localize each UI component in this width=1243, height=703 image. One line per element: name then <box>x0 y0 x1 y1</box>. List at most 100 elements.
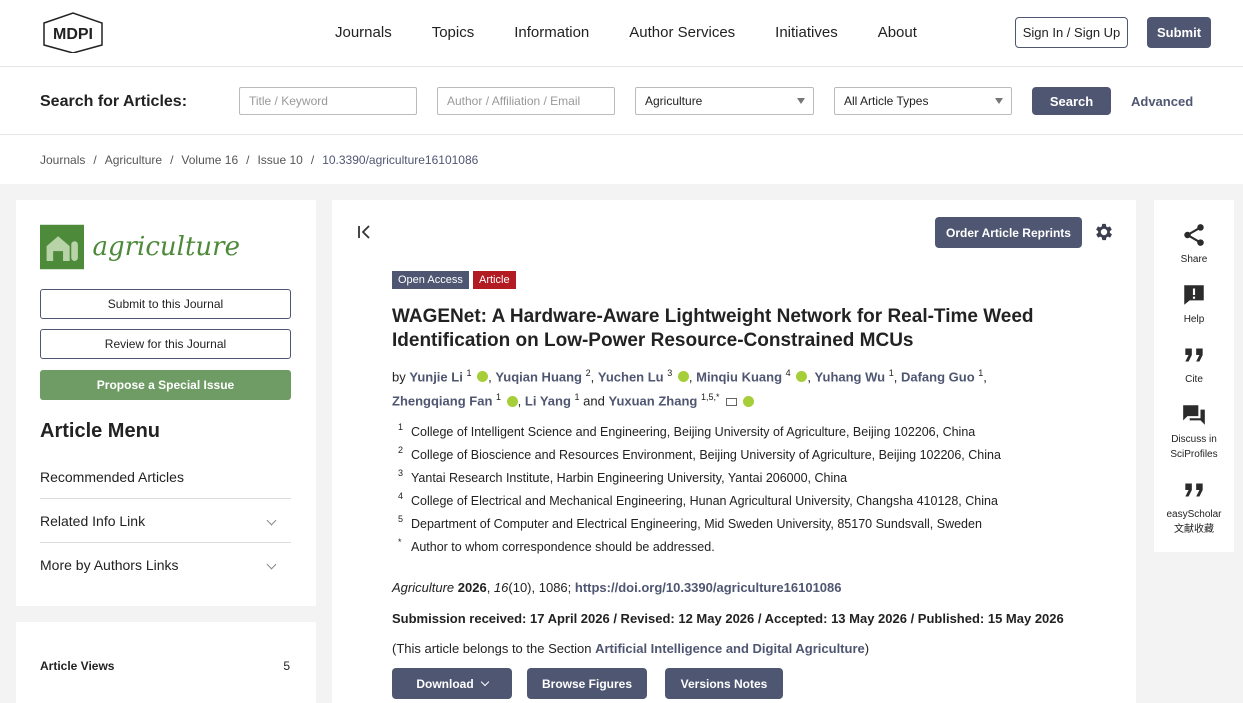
author-name[interactable]: Zhengqiang Fan <box>392 394 492 409</box>
gear-icon[interactable] <box>1093 221 1115 243</box>
mdpi-logo[interactable]: MDPI <box>40 11 106 53</box>
affiliation-item: 4 College of Electrical and Mechanical E… <box>392 489 1092 512</box>
article-type-badge: Article <box>473 271 516 289</box>
affiliation-number: 4 <box>398 491 404 501</box>
discuss-tool[interactable]: Discuss in SciProfiles <box>1154 402 1234 462</box>
keyword-input[interactable]: Title / Keyword <box>239 87 417 115</box>
caret-down-icon <box>995 98 1003 104</box>
caret-down-icon <box>797 98 805 104</box>
citation-line: Agriculture 2026, 16(10), 1086; https://… <box>392 580 842 595</box>
journal-logo[interactable]: agriculture <box>40 220 240 274</box>
share-tool[interactable]: Share <box>1154 222 1234 267</box>
citation-volume: 16 <box>493 580 509 595</box>
author-name[interactable]: Yuxuan Zhang <box>608 394 697 409</box>
review-for-journal-button[interactable]: Review for this Journal <box>40 329 291 359</box>
menu-item-authors-links[interactable]: More by Authors Links <box>40 543 291 587</box>
advanced-search-link[interactable]: Advanced <box>1131 94 1193 109</box>
article-title: WAGENet: A Hardware-Aware Lightweight Ne… <box>392 306 1034 351</box>
author-name[interactable]: Yuqian Huang <box>495 369 582 384</box>
help-icon <box>1184 285 1204 305</box>
nav-author-services[interactable]: Author Services <box>629 24 735 41</box>
affiliation-item: 1 College of Intelligent Science and Eng… <box>392 420 1092 443</box>
breadcrumb-separator: / <box>310 153 315 167</box>
breadcrumb-separator: / <box>170 153 174 167</box>
orcid-icon[interactable] <box>742 395 754 407</box>
author-name[interactable]: Minqiu Kuang <box>696 369 782 384</box>
barn-icon <box>40 224 85 270</box>
nav-initiatives[interactable]: Initiatives <box>775 24 838 41</box>
nav-journals[interactable]: Journals <box>335 24 392 41</box>
article-type-select[interactable]: All Article Types <box>834 87 1012 115</box>
author-name[interactable]: Yuhang Wu <box>815 369 886 384</box>
journal-name: agriculture <box>92 232 240 262</box>
browse-figures-button[interactable]: Browse Figures <box>527 668 647 699</box>
article-type-value: All Article Types <box>844 94 929 108</box>
menu-item-related-info[interactable]: Related Info Link <box>40 499 291 543</box>
author-input[interactable]: Author / Affiliation / Email <box>437 87 615 115</box>
email-icon[interactable] <box>726 397 738 406</box>
tool-rail: Share Help Cite Discuss in SciProfiles e… <box>1154 200 1234 552</box>
author-name[interactable]: Yunjie Li <box>409 369 462 384</box>
menu-item-recommended[interactable]: Recommended Articles <box>40 455 291 499</box>
citation-issue-pages: (10), 1086; <box>508 580 572 595</box>
affiliation-text: College of Intelligent Science and Engin… <box>411 424 976 439</box>
propose-special-issue-button[interactable]: Propose a Special Issue <box>40 370 291 400</box>
affiliation-number: 1 <box>398 422 404 432</box>
section-link[interactable]: Artificial Intelligence and Digital Agri… <box>595 641 865 656</box>
quote-icon <box>1185 483 1203 497</box>
journal-select-value: Agriculture <box>645 94 703 108</box>
menu-item-label: Recommended Articles <box>40 468 184 485</box>
easyscholar-tool[interactable]: easyScholar 文献收藏 <box>1154 477 1234 537</box>
nav-topics[interactable]: Topics <box>432 24 475 41</box>
download-label: Download <box>416 676 474 691</box>
breadcrumb-doi[interactable]: 10.3390/agriculture16101086 <box>322 153 478 167</box>
citation-year: 2026 <box>457 580 487 595</box>
submit-button[interactable]: Submit <box>1147 17 1211 48</box>
logo-text: MDPI <box>53 26 93 43</box>
author-name[interactable]: Yuchen Lu <box>598 369 664 384</box>
breadcrumb-volume[interactable]: Volume 16 <box>181 153 238 167</box>
cite-tool[interactable]: Cite <box>1154 342 1234 387</box>
breadcrumb: Journals / Agriculture / Volume 16 / Iss… <box>40 153 478 167</box>
orcid-icon[interactable] <box>506 395 518 407</box>
author-affil-sup: 3 <box>667 368 673 378</box>
order-reprints-button[interactable]: Order Article Reprints <box>935 217 1082 248</box>
section-prefix: (This article belongs to the Section <box>392 641 592 656</box>
article-views-label: Article Views <box>40 659 115 673</box>
doi-link[interactable]: https://doi.org/10.3390/agriculture16101… <box>575 580 842 595</box>
author-affil-sup: 4 <box>785 368 791 378</box>
author-affil-sup: 1 <box>496 392 502 403</box>
breadcrumb-journals[interactable]: Journals <box>40 153 85 167</box>
versions-notes-button[interactable]: Versions Notes <box>665 668 783 699</box>
cite-label: Cite <box>1185 374 1203 385</box>
nav-about[interactable]: About <box>878 24 917 41</box>
section-suffix: ) <box>864 641 870 656</box>
breadcrumb-agriculture[interactable]: Agriculture <box>105 153 162 167</box>
author-affil-sup: 1 <box>888 368 894 378</box>
author-list: by Yunjie Li 1 , Yuqian Huang 2, Yuchen … <box>392 368 987 409</box>
submit-to-journal-button[interactable]: Submit to this Journal <box>40 289 291 319</box>
orcid-icon[interactable] <box>677 371 689 383</box>
search-button[interactable]: Search <box>1032 87 1111 115</box>
search-bar: Search for Articles: Title / Keyword Aut… <box>0 67 1243 135</box>
affiliation-item: * Author to whom correspondence should b… <box>392 535 1092 558</box>
download-button[interactable]: Download <box>392 668 512 699</box>
orcid-icon[interactable] <box>477 371 489 383</box>
journal-select[interactable]: Agriculture <box>635 87 814 115</box>
collapse-sidebar-icon[interactable] <box>356 223 374 241</box>
author-name[interactable]: Li Yang <box>525 394 571 409</box>
breadcrumb-separator: / <box>93 153 97 167</box>
breadcrumb-issue[interactable]: Issue 10 <box>257 153 302 167</box>
affiliation-number: 5 <box>398 514 404 524</box>
affiliation-number: 2 <box>398 445 404 455</box>
signin-button[interactable]: Sign In / Sign Up <box>1015 17 1128 48</box>
orcid-icon[interactable] <box>796 371 808 383</box>
citation-journal: Agriculture <box>392 580 455 595</box>
nav-information[interactable]: Information <box>514 24 589 41</box>
author-name[interactable]: Dafang Guo <box>901 369 975 384</box>
help-tool[interactable]: Help <box>1154 282 1234 327</box>
affiliation-text: College of Bioscience and Resources Envi… <box>411 447 1001 462</box>
article-views-count: 5 <box>283 659 290 673</box>
breadcrumb-separator: / <box>246 153 250 167</box>
article-menu-title: Article Menu <box>40 420 161 442</box>
